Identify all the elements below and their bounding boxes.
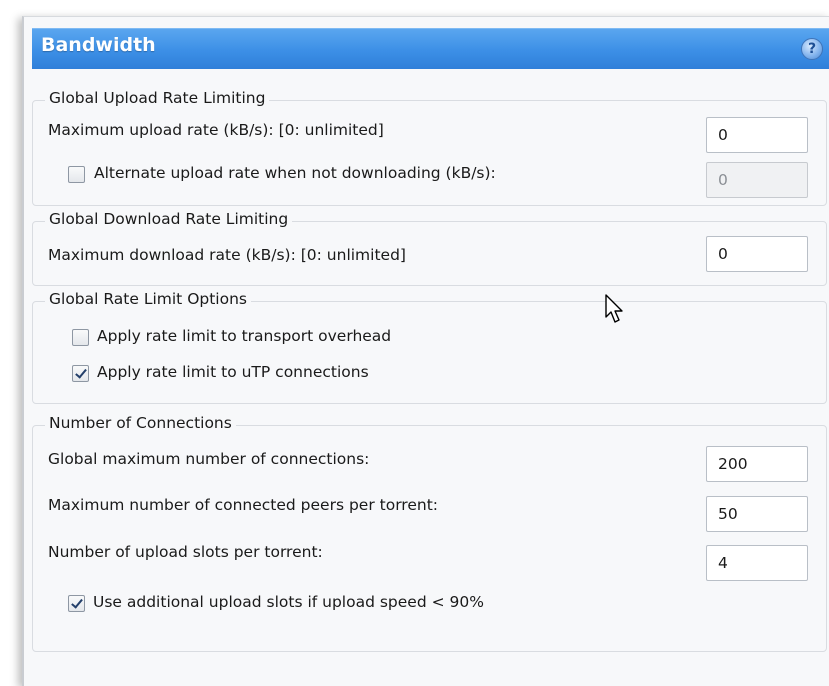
transport-overhead-checkbox[interactable]: [72, 329, 89, 346]
upload-slots-label: Number of upload slots per torrent:: [48, 543, 323, 561]
transport-overhead-label[interactable]: Apply rate limit to transport overhead: [97, 327, 391, 345]
upload-slots-input[interactable]: 4: [706, 545, 808, 581]
mouse-cursor-icon: [605, 294, 623, 323]
utp-connections-checkbox[interactable]: [72, 365, 89, 382]
connections-group-legend: Number of Connections: [45, 414, 236, 432]
download-group-legend: Global Download Rate Limiting: [45, 210, 293, 228]
upload-group-legend: Global Upload Rate Limiting: [45, 89, 270, 107]
max-download-label: Maximum download rate (kB/s): [0: unlimi…: [48, 246, 406, 264]
max-peers-input[interactable]: 50: [706, 496, 808, 532]
utp-connections-label[interactable]: Apply rate limit to uTP connections: [97, 363, 369, 381]
options-group-legend: Global Rate Limit Options: [45, 290, 251, 308]
additional-slots-label[interactable]: Use additional upload slots if upload sp…: [93, 593, 484, 611]
global-max-connections-label: Global maximum number of connections:: [48, 450, 370, 468]
alternate-upload-label[interactable]: Alternate upload rate when not downloadi…: [94, 164, 496, 182]
additional-slots-checkbox[interactable]: [68, 595, 85, 612]
max-upload-input[interactable]: 0: [706, 117, 808, 153]
rate-limit-options-group: Global Rate Limit Options: [32, 290, 827, 404]
max-upload-label: Maximum upload rate (kB/s): [0: unlimite…: [48, 121, 384, 139]
alternate-upload-checkbox[interactable]: [68, 166, 85, 183]
panel-title: Bandwidth: [41, 34, 156, 56]
help-icon[interactable]: ?: [801, 38, 823, 60]
global-max-connections-input[interactable]: 200: [706, 446, 808, 482]
max-download-input[interactable]: 0: [706, 236, 808, 272]
max-peers-label: Maximum number of connected peers per to…: [48, 496, 438, 514]
panel-header: Bandwidth ?: [32, 28, 829, 69]
alternate-upload-input[interactable]: 0: [706, 162, 808, 198]
